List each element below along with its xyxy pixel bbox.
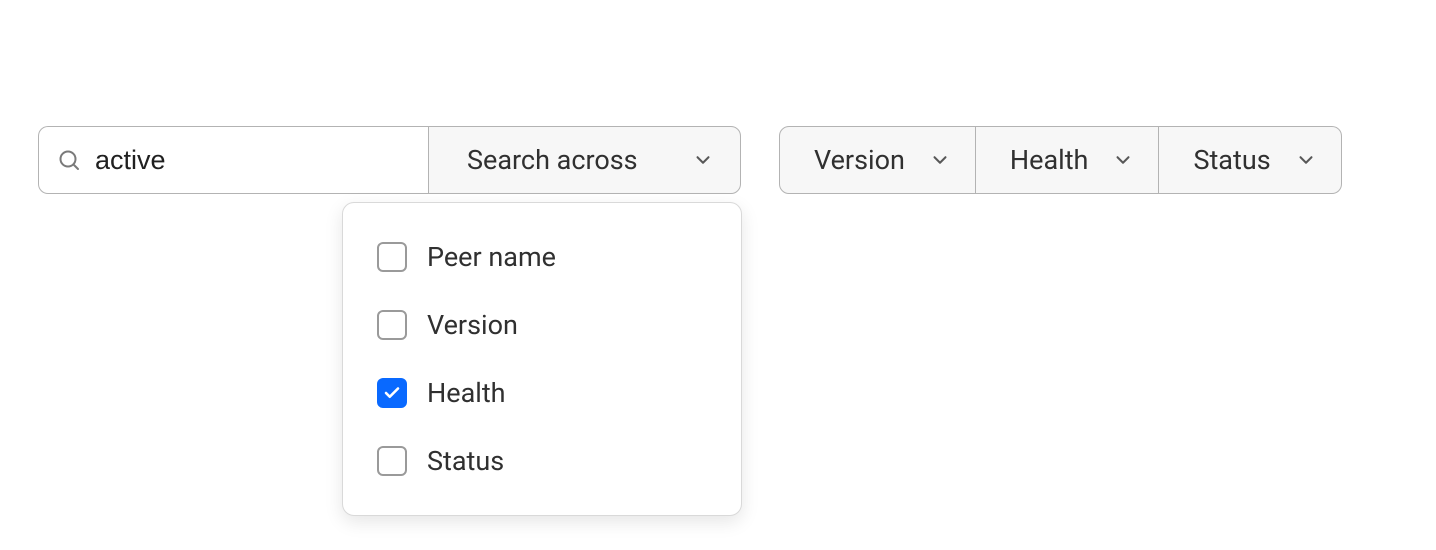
filter-label: Status (1193, 144, 1270, 176)
chevron-down-icon (1112, 149, 1134, 171)
filter-health[interactable]: Health (976, 126, 1160, 194)
filter-status[interactable]: Status (1159, 126, 1341, 194)
search-across-menu: Peer name Version Health Status (342, 202, 742, 516)
chevron-down-icon (1295, 149, 1317, 171)
search-input[interactable] (95, 145, 410, 176)
checkbox[interactable] (377, 446, 407, 476)
dropdown-label: Peer name (427, 241, 556, 273)
dropdown-label: Health (427, 377, 506, 409)
chevron-down-icon (692, 149, 714, 171)
dropdown-item-version[interactable]: Version (343, 291, 741, 359)
filter-group: Version Health Status (779, 126, 1342, 194)
search-input-wrapper[interactable] (38, 126, 428, 194)
dropdown-label: Version (427, 309, 518, 341)
checkbox[interactable] (377, 242, 407, 272)
search-across-label: Search across (467, 144, 638, 176)
dropdown-label: Status (427, 445, 504, 477)
search-group: Search across Peer name Version (38, 126, 741, 194)
search-icon (57, 148, 81, 172)
checkbox-checked[interactable] (377, 378, 407, 408)
checkbox[interactable] (377, 310, 407, 340)
dropdown-item-status[interactable]: Status (343, 427, 741, 495)
dropdown-item-peer-name[interactable]: Peer name (343, 223, 741, 291)
chevron-down-icon (929, 149, 951, 171)
toolbar: Search across Peer name Version (38, 126, 1342, 194)
filter-version[interactable]: Version (779, 126, 976, 194)
dropdown-item-health[interactable]: Health (343, 359, 741, 427)
search-across-dropdown[interactable]: Search across (428, 126, 741, 194)
filter-label: Version (814, 144, 905, 176)
filter-label: Health (1010, 144, 1089, 176)
